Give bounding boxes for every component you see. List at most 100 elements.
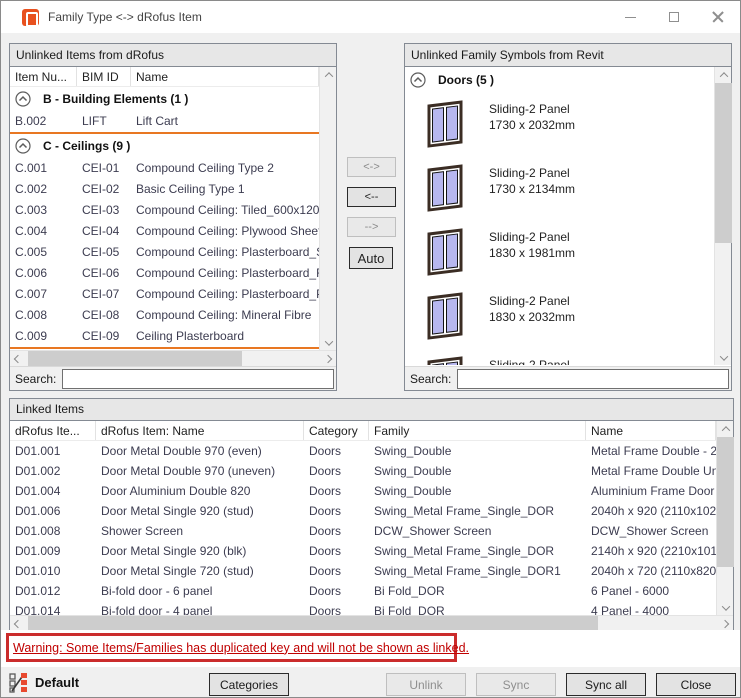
- close-button[interactable]: [696, 1, 740, 33]
- link-to-right-button[interactable]: -->: [347, 217, 396, 237]
- column-header[interactable]: Name: [586, 421, 716, 440]
- scroll-up-icon[interactable]: [320, 67, 337, 82]
- cell: B.002: [10, 114, 77, 128]
- cell: Compound Ceiling: Tiled_600x1200: [131, 203, 319, 217]
- scroll-left-icon[interactable]: [10, 351, 26, 367]
- linked-item-row[interactable]: D01.009Door Metal Single 920 (blk)DoorsS…: [10, 541, 716, 561]
- linked-items-title: Linked Items: [10, 399, 733, 421]
- column-header[interactable]: BIM ID: [77, 67, 131, 86]
- cell: 4 Panel - 4000: [586, 604, 716, 615]
- cell: C.006: [10, 266, 77, 280]
- unlinked-item-row[interactable]: C.005CEI-05Compound Ceiling: Plasterboar…: [10, 241, 319, 262]
- unlinked-items-hscrollbar[interactable]: [10, 350, 336, 366]
- linked-item-row[interactable]: D01.012Bi-fold door - 6 panelDoorsBi Fol…: [10, 581, 716, 601]
- family-symbol-item[interactable]: Sliding-2 Panel1730 x 2032mm: [405, 93, 714, 157]
- linked-item-row[interactable]: D01.001Door Metal Double 970 (even)Doors…: [10, 441, 716, 461]
- unlinked-item-row[interactable]: B.002LIFTLift Cart: [10, 110, 319, 131]
- linked-item-row[interactable]: D01.002Door Metal Double 970 (uneven)Doo…: [10, 461, 716, 481]
- scroll-up-icon[interactable]: [715, 67, 732, 82]
- cell: Compound Ceiling: Plasterboard_P: [131, 287, 319, 301]
- group-header-row[interactable]: C - Ceilings (9 ): [10, 134, 319, 157]
- unlinked-item-row[interactable]: C.007CEI-07Compound Ceiling: Plasterboar…: [10, 283, 319, 304]
- unlinked-item-row[interactable]: C.009CEI-09Ceiling Plasterboard: [10, 325, 319, 346]
- cell: Door Metal Double 970 (even): [96, 444, 304, 458]
- family-symbol-item[interactable]: Sliding-2 Panel1730 x 2134mm: [405, 157, 714, 221]
- cell: D01.001: [10, 444, 96, 458]
- linked-items-hscrollbar[interactable]: [10, 615, 733, 631]
- cell: 6 Panel - 6000: [586, 584, 716, 598]
- sliding-door-icon: [427, 97, 465, 149]
- unlinked-items-search-input[interactable]: [62, 369, 334, 389]
- maximize-icon: [669, 12, 679, 22]
- cell: C.003: [10, 203, 77, 217]
- unlinked-items-column-header: Item Nu...BIM IDName: [10, 67, 319, 87]
- cell: D01.004: [10, 484, 96, 498]
- unlinked-item-row[interactable]: C.002CEI-02Basic Ceiling Type 1: [10, 178, 319, 199]
- scroll-down-icon[interactable]: [715, 350, 732, 365]
- group-separator: [10, 347, 319, 349]
- cell: Swing_Double: [369, 484, 586, 498]
- sliding-door-icon: [427, 289, 465, 341]
- group-header-row[interactable]: Doors (5 ): [405, 67, 714, 93]
- column-header[interactable]: Family: [369, 421, 586, 440]
- column-header[interactable]: Name: [131, 67, 319, 86]
- unlinked-item-row[interactable]: C.003CEI-03Compound Ceiling: Tiled_600x1…: [10, 199, 319, 220]
- family-symbol-item[interactable]: Sliding-2 Panel: [405, 349, 714, 365]
- linked-item-row[interactable]: D01.014Bi-fold door - 4 panelDoorsBi Fol…: [10, 601, 716, 615]
- cell: CEI-03: [77, 203, 131, 217]
- hscroll-thumb[interactable]: [28, 351, 242, 367]
- cell: C.005: [10, 245, 77, 259]
- scroll-down-icon[interactable]: [320, 335, 337, 350]
- minimize-button[interactable]: [608, 1, 652, 33]
- sync-button[interactable]: Sync: [476, 673, 556, 696]
- column-header[interactable]: dRofus Ite...: [10, 421, 96, 440]
- family-symbol-item[interactable]: Sliding-2 Panel1830 x 1981mm: [405, 221, 714, 285]
- cell: C.008: [10, 308, 77, 322]
- unlinked-families-vscrollbar[interactable]: [714, 67, 731, 365]
- group-header-row[interactable]: B - Building Elements (1 ): [10, 87, 319, 110]
- linked-item-row[interactable]: D01.010Door Metal Single 720 (stud)Doors…: [10, 561, 716, 581]
- unlinked-families-search-input[interactable]: [457, 369, 729, 389]
- unlinked-item-row[interactable]: C.001CEI-01Compound Ceiling Type 2: [10, 157, 319, 178]
- unlinked-item-row[interactable]: C.006CEI-06Compound Ceiling: Plasterboar…: [10, 262, 319, 283]
- unlink-button[interactable]: Unlink: [386, 673, 466, 696]
- column-header[interactable]: dRofus Item: Name: [96, 421, 304, 440]
- column-header[interactable]: Category: [304, 421, 369, 440]
- link-to-left-button[interactable]: <--: [347, 187, 396, 207]
- cell: Compound Ceiling: Plywood Sheet: [131, 224, 319, 238]
- link-both-button[interactable]: <->: [347, 157, 396, 177]
- family-symbol-name: Sliding-2 Panel: [489, 101, 575, 117]
- window-title: Family Type <-> dRofus Item: [48, 10, 202, 24]
- cell: Bi-fold door - 4 panel: [96, 604, 304, 615]
- family-symbol-name: Sliding-2 Panel: [489, 357, 570, 365]
- scroll-down-icon[interactable]: [717, 600, 734, 615]
- linked-item-row[interactable]: D01.008Shower ScreenDoorsDCW_Shower Scre…: [10, 521, 716, 541]
- cell: Compound Ceiling Type 2: [131, 161, 319, 175]
- unlinked-items-vscrollbar[interactable]: [319, 67, 336, 350]
- profile-selector[interactable]: Default: [9, 672, 79, 693]
- maximize-button[interactable]: [652, 1, 696, 33]
- categories-button[interactable]: Categories: [209, 673, 289, 696]
- linked-item-row[interactable]: D01.006Door Metal Single 920 (stud)Doors…: [10, 501, 716, 521]
- cell: Door Metal Double 970 (uneven): [96, 464, 304, 478]
- sync-all-button[interactable]: Sync all: [566, 673, 646, 696]
- warning-strip: Warning: Some Items/Families has duplica…: [1, 630, 740, 667]
- family-symbol-item[interactable]: Sliding-2 Panel1830 x 2032mm: [405, 285, 714, 349]
- cell: Swing_Metal Frame_Single_DOR1: [369, 564, 586, 578]
- cell: Swing_Metal Frame_Single_DOR: [369, 504, 586, 518]
- cell: Door Metal Single 720 (stud): [96, 564, 304, 578]
- linked-item-row[interactable]: D01.004Door Aluminium Double 820DoorsSwi…: [10, 481, 716, 501]
- auto-link-button[interactable]: Auto: [349, 247, 393, 269]
- scroll-up-icon[interactable]: [717, 421, 734, 436]
- cell: Ceiling Plasterboard: [131, 329, 319, 343]
- unlinked-item-row[interactable]: C.004CEI-04Compound Ceiling: Plywood She…: [10, 220, 319, 241]
- close-dialog-button[interactable]: Close: [656, 673, 736, 696]
- scroll-right-icon[interactable]: [320, 351, 336, 367]
- vscroll-thumb[interactable]: [717, 437, 734, 567]
- column-header[interactable]: Item Nu...: [10, 67, 77, 86]
- vscroll-thumb[interactable]: [715, 83, 732, 243]
- chevron-up-circle-icon: [15, 138, 31, 154]
- linked-items-vscrollbar[interactable]: [716, 421, 733, 615]
- unlinked-item-row[interactable]: C.008CEI-08Compound Ceiling: Mineral Fib…: [10, 304, 319, 325]
- cell: Lift Cart: [131, 114, 319, 128]
